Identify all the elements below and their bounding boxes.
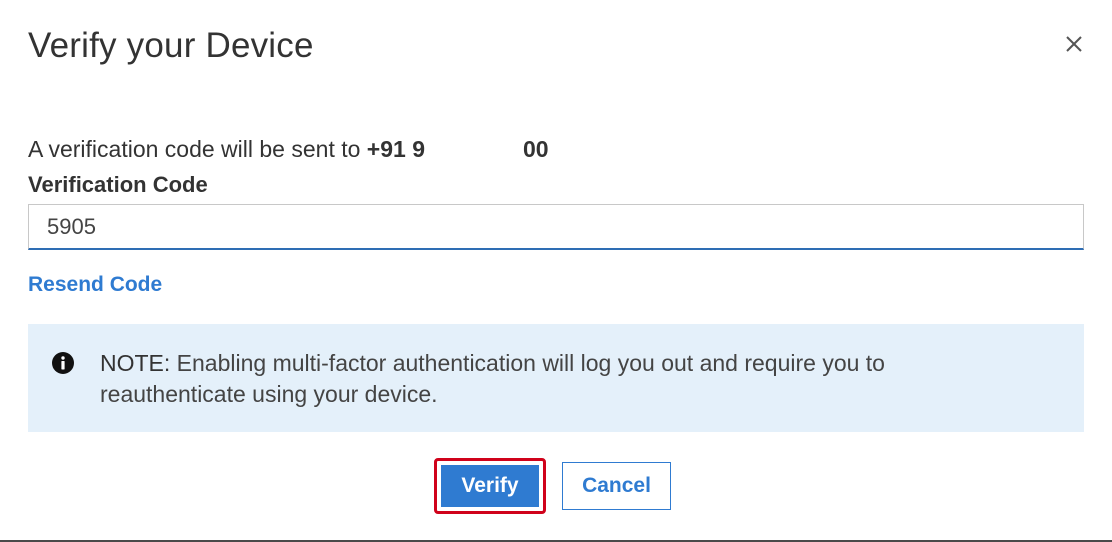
phone-number: +91 9 00	[367, 136, 549, 162]
close-icon	[1058, 35, 1090, 53]
verification-code-label: Verification Code	[28, 172, 208, 197]
phone-suffix: 00	[523, 136, 549, 162]
note-label: NOTE:	[100, 350, 171, 376]
dialog-title: Verify your Device	[28, 26, 314, 65]
verify-button[interactable]: Verify	[441, 465, 539, 507]
verification-code-input[interactable]	[28, 204, 1084, 250]
note-message: NOTE: Enabling multi-factor authenticati…	[100, 348, 1000, 410]
note-body: Enabling multi-factor authentication wil…	[100, 350, 885, 407]
verification-sent-message: A verification code will be sent to +91 …	[28, 136, 549, 163]
sent-text: A verification code will be sent to	[28, 136, 367, 162]
cancel-button[interactable]: Cancel	[562, 462, 671, 510]
info-icon	[52, 352, 74, 374]
dialog-actions: Verify Cancel	[0, 458, 1112, 518]
phone-prefix: +91 9	[366, 136, 425, 162]
note-banner: NOTE: Enabling multi-factor authenticati…	[28, 324, 1084, 432]
close-button[interactable]	[1058, 28, 1090, 60]
resend-code-link[interactable]: Resend Code	[28, 273, 162, 297]
verify-device-dialog: Verify your Device A verification code w…	[0, 0, 1112, 542]
